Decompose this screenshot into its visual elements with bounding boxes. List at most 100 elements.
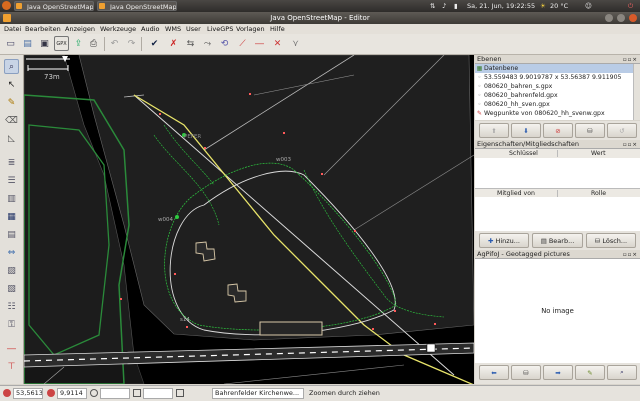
layer-item[interactable]: ◦ 53.559483 9.9019787 x 53.56387 9.911905 xyxy=(475,73,633,82)
edit-icon[interactable]: ✎ xyxy=(575,365,605,380)
menu-audio[interactable]: Audio xyxy=(141,24,159,34)
layer-item[interactable]: ▦ Datenbene xyxy=(475,64,633,73)
draw-icon[interactable]: ✎ xyxy=(4,95,19,110)
gps-icon[interactable]: ⇔ xyxy=(4,245,19,260)
close-button[interactable] xyxy=(629,14,637,22)
building[interactable] xyxy=(259,321,323,336)
node[interactable] xyxy=(249,93,251,95)
previous-icon[interactable]: ⬅ xyxy=(479,365,509,380)
node[interactable] xyxy=(159,113,161,115)
preferences-icon[interactable]: ☰ xyxy=(4,173,19,188)
node[interactable] xyxy=(372,328,374,330)
battery-icon[interactable]: ▮ xyxy=(454,1,458,11)
power-icon[interactable]: ⏻ xyxy=(628,1,633,11)
reverse-icon[interactable]: ⇆ xyxy=(183,36,198,51)
relations-icon[interactable]: ▦ xyxy=(4,209,19,224)
move-up-icon[interactable]: ⬆ xyxy=(479,123,509,138)
node[interactable] xyxy=(120,298,122,300)
print-icon[interactable]: ⎙ xyxy=(86,36,101,51)
menu-user[interactable]: User xyxy=(186,24,201,34)
zoom-icon[interactable]: ⌕ xyxy=(607,365,637,380)
toggle-visible-icon[interactable]: ⊘ xyxy=(543,123,573,138)
move-down-icon[interactable]: ⬇ xyxy=(511,123,541,138)
audio-icon[interactable]: ⊤ xyxy=(4,359,19,374)
system-menu-icon[interactable] xyxy=(2,1,11,10)
zoom-icon[interactable]: ⌕ xyxy=(4,59,19,74)
combine-icon[interactable]: ⟲ xyxy=(217,36,232,51)
node[interactable] xyxy=(321,173,323,175)
redo-icon[interactable]: ↷ xyxy=(124,36,139,51)
info-marker[interactable] xyxy=(426,343,436,353)
network-icon[interactable]: ⇅ xyxy=(430,1,435,11)
join-icon[interactable]: ⋎ xyxy=(288,36,303,51)
split-icon[interactable]: ✗ xyxy=(166,36,181,51)
taskbar-item[interactable]: Java OpenStreetMap ... xyxy=(97,1,177,11)
clock[interactable]: Sa, 21. Jun, 19:22:55 xyxy=(467,1,535,11)
select-icon[interactable]: ↖ xyxy=(4,77,19,92)
save-icon[interactable]: ▣ xyxy=(37,36,52,51)
layers-icon[interactable]: ≣ xyxy=(4,155,19,170)
node[interactable] xyxy=(204,147,206,149)
properties-icon[interactable]: ▥ xyxy=(4,191,19,206)
menu-datei[interactable]: Datei xyxy=(4,24,21,34)
temperature[interactable]: 20 °C xyxy=(550,1,568,11)
map-view[interactable]: 73m PEFER w003 w004 s14 xyxy=(24,55,474,384)
upload-icon[interactable]: ⇪ xyxy=(71,36,86,51)
column-value[interactable]: Wert xyxy=(591,149,606,158)
node[interactable] xyxy=(434,323,436,325)
node[interactable] xyxy=(174,273,176,275)
layers-scrollbar[interactable] xyxy=(633,64,640,120)
keys-icon[interactable]: ⚿ xyxy=(4,317,19,332)
node[interactable] xyxy=(283,132,285,134)
menu-bearbeiten[interactable]: Bearbeiten xyxy=(25,24,61,34)
waypoint-marker[interactable] xyxy=(175,215,179,219)
properties-panel-title: Eigenschaften/Mitgliedschaften xyxy=(477,140,579,148)
align-circle-icon[interactable]: ⤳ xyxy=(200,36,215,51)
draw-tool-icon[interactable]: ― xyxy=(4,341,19,356)
new-file-icon[interactable]: ▭ xyxy=(3,36,18,51)
taskbar-item[interactable]: Java OpenStreetMap ... xyxy=(14,1,94,11)
selection-list-icon[interactable]: ☷ xyxy=(4,299,19,314)
layer-item[interactable]: ✎ Wegpunkte von 080620_hh_svenw.gpx xyxy=(475,109,633,118)
node[interactable] xyxy=(354,230,356,232)
center-icon[interactable]: ⛁ xyxy=(511,365,541,380)
conflict-icon[interactable]: ▨ xyxy=(4,263,19,278)
validate-icon[interactable]: ✔ xyxy=(147,36,162,51)
delete-icon[interactable]: ⌫ xyxy=(4,113,19,128)
history-icon[interactable]: ▤ xyxy=(4,227,19,242)
user-icon[interactable]: ☺ xyxy=(585,1,592,11)
layer-item[interactable]: ◦ 080620_hh_sven.gpx xyxy=(475,100,633,109)
map-canvas[interactable]: 73m PEFER w003 w004 s14 xyxy=(24,55,474,384)
next-icon[interactable]: ➡ xyxy=(543,365,573,380)
node[interactable] xyxy=(394,310,396,312)
menu-wms[interactable]: WMS xyxy=(165,24,181,34)
crosshair-icon[interactable]: ✕ xyxy=(270,36,285,51)
maximize-button[interactable] xyxy=(617,14,625,22)
line-icon[interactable]: ⟋ xyxy=(235,36,250,51)
layer-item[interactable]: ◦ 080620_bahrenfeld.gpx xyxy=(475,91,633,100)
tags-table[interactable] xyxy=(475,158,640,188)
menu-livegps[interactable]: LiveGPS xyxy=(207,24,233,34)
delete-layer-icon[interactable]: ⛁ xyxy=(575,123,605,138)
edit-tag-button[interactable]: ▤ Bearb... xyxy=(532,233,583,248)
menu-werkzeuge[interactable]: Werkzeuge xyxy=(100,24,136,34)
edit-icon: ▤ xyxy=(540,236,547,245)
open-icon[interactable]: ▤ xyxy=(20,36,35,51)
membership-table[interactable] xyxy=(475,197,640,231)
volume-icon[interactable]: ♪ xyxy=(442,1,446,11)
extrude-icon[interactable]: ◺ xyxy=(4,131,19,146)
layer-item[interactable]: ◦ 080620_bahren_s.gpx xyxy=(475,82,633,91)
upload-gpx-icon[interactable]: GPX xyxy=(54,36,69,51)
merge-layer-icon[interactable]: ↺ xyxy=(607,123,637,138)
add-tag-button[interactable]: ✚ Hinzu... xyxy=(479,233,529,248)
menu-vorlagen[interactable]: Vorlagen xyxy=(236,24,265,34)
column-key[interactable]: Schlüssel xyxy=(509,149,538,158)
node[interactable] xyxy=(186,326,188,328)
undo-icon[interactable]: ↶ xyxy=(107,36,122,51)
commands-icon[interactable]: ▧ xyxy=(4,281,19,296)
delete-tag-button[interactable]: ⛁ Lösch... xyxy=(586,233,636,248)
delete-way-icon[interactable]: ― xyxy=(252,36,267,51)
menu-anzeigen[interactable]: Anzeigen xyxy=(65,24,95,34)
menu-hilfe[interactable]: Hilfe xyxy=(270,24,285,34)
minimize-button[interactable] xyxy=(605,14,613,22)
